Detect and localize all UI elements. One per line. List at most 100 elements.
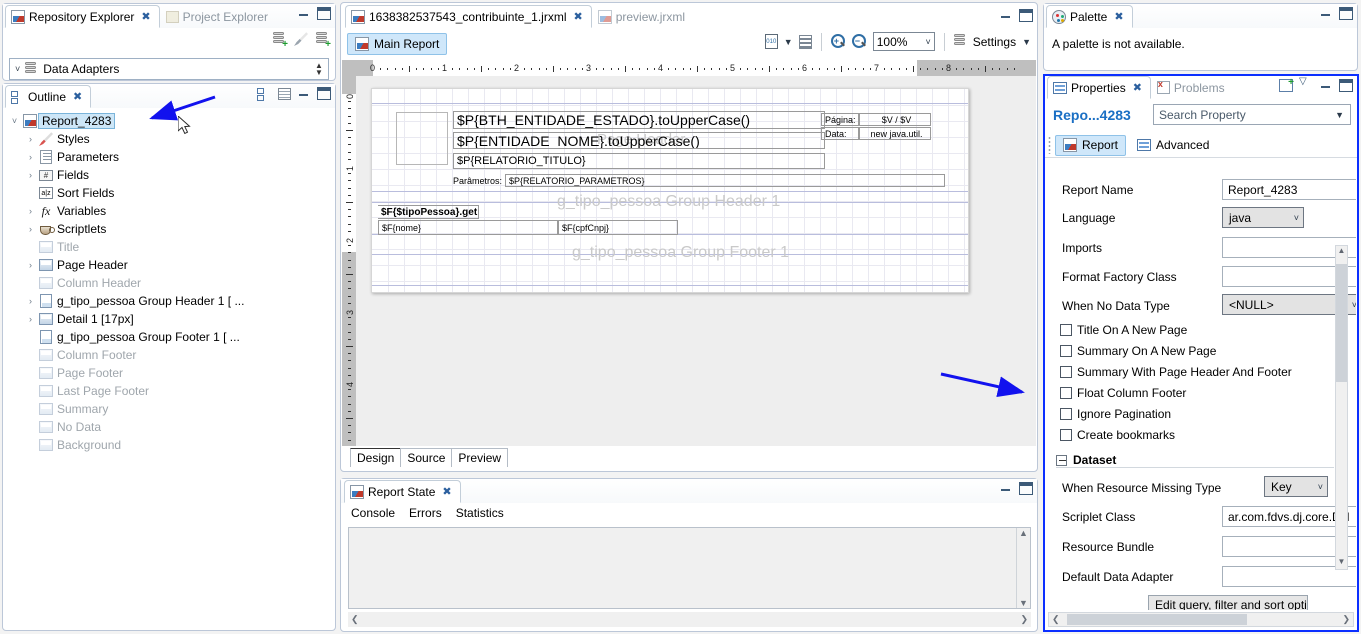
maximize-icon[interactable]: [1019, 482, 1033, 495]
chevron-right-icon[interactable]: ›: [24, 260, 37, 270]
console-vertical-scrollbar[interactable]: ▲ ▼: [1016, 528, 1030, 608]
subtab-statistics[interactable]: Statistics: [456, 506, 504, 520]
new-data-adapter-icon[interactable]: +: [273, 32, 288, 50]
data-value[interactable]: new java.util.: [859, 127, 931, 140]
minimize-icon[interactable]: [999, 9, 1013, 22]
tab-preview-jrxml[interactable]: preview.jrxml: [592, 5, 694, 28]
language-select[interactable]: java ˅: [1222, 207, 1304, 228]
outline-node-background[interactable]: Background: [4, 436, 334, 454]
tab-repository-explorer[interactable]: Repository Explorer ✖: [5, 5, 160, 28]
close-icon[interactable]: ✖: [1133, 81, 1142, 94]
outline-node-summary[interactable]: Summary: [4, 400, 334, 418]
outline-node-fields[interactable]: › # Fields: [4, 166, 334, 184]
close-icon[interactable]: ✖: [442, 485, 451, 498]
settings-icon[interactable]: [953, 34, 967, 49]
outline-node-g-tipo-pessoa-group-footer-1[interactable]: g_tipo_pessoa Group Footer 1 [ ...: [4, 328, 334, 346]
close-icon[interactable]: ✖: [573, 10, 582, 23]
chevron-down-icon[interactable]: ˅: [15, 64, 20, 74]
checkbox-summary-with-page-header-and-footer[interactable]: Summary With Page Header And Footer: [1060, 363, 1292, 381]
console-output-area[interactable]: ▲ ▼: [348, 527, 1031, 609]
design-canvas[interactable]: Page Header g_tipo_pessoa Group Header 1g…: [356, 76, 1036, 446]
data-adapters-tree-root[interactable]: ˅ Data Adapters ▲ ▼: [9, 58, 329, 80]
scroll-right-icon[interactable]: ❯: [1342, 614, 1350, 625]
connection-test-icon[interactable]: [294, 32, 308, 46]
chevron-right-icon[interactable]: ›: [24, 314, 37, 324]
view-menu-icon[interactable]: [1299, 76, 1313, 92]
pagina-value[interactable]: $V / $V: [859, 113, 931, 126]
outline-node-detail-1-17px[interactable]: › Detail 1 [17px]: [4, 310, 334, 328]
cpfcnpj-field[interactable]: $F{cpfCnpj}: [558, 220, 678, 235]
tab-report-state[interactable]: Report State ✖: [344, 480, 461, 503]
tab-design[interactable]: Design: [350, 448, 402, 467]
checkbox-ignore-pagination[interactable]: Ignore Pagination: [1060, 405, 1171, 423]
chevron-right-icon[interactable]: ›: [24, 170, 37, 180]
outline-node-column-footer[interactable]: Column Footer: [4, 346, 334, 364]
entidade-estado-field[interactable]: $P{BTH_ENTIDADE_ESTADO}.toUpperCase(): [453, 111, 825, 129]
minimize-icon[interactable]: [297, 87, 311, 100]
scrollbar-thumb[interactable]: [1067, 614, 1247, 625]
filter-icon[interactable]: [278, 87, 291, 100]
chevron-right-icon[interactable]: ›: [24, 296, 37, 306]
pagina-label[interactable]: Página:: [821, 113, 859, 126]
properties-vertical-scrollbar[interactable]: ▲ ▼: [1335, 245, 1348, 570]
chevron-right-icon[interactable]: ›: [24, 152, 37, 162]
main-report-button[interactable]: Main Report: [347, 33, 448, 55]
dataset-dropdown-icon[interactable]: ▼: [784, 37, 793, 47]
scroll-left-icon[interactable]: ❮: [351, 614, 359, 625]
checkbox-float-column-footer[interactable]: Float Column Footer: [1060, 384, 1186, 402]
data-label[interactable]: Data:: [821, 127, 859, 140]
maximize-icon[interactable]: [317, 7, 331, 20]
search-property-input[interactable]: Search Property ▼: [1153, 104, 1351, 125]
scroll-up-icon[interactable]: ▲: [1336, 246, 1347, 258]
relatorio-parametros-field[interactable]: $P{RELATORIO_PARAMETROS}: [505, 174, 945, 187]
tab-outline[interactable]: Outline ✖: [5, 85, 92, 108]
chevron-down-icon[interactable]: ▼: [1335, 110, 1344, 120]
maximize-icon[interactable]: [1339, 79, 1353, 92]
tipo-pessoa-field[interactable]: $F{$tipoPessoa}.get: [378, 205, 479, 219]
outline-node-parameters[interactable]: › Parameters: [4, 148, 334, 166]
entidade-nome-field[interactable]: $P{ENTIDADE_NOME}.toUpperCase(): [453, 132, 825, 149]
properties-horizontal-scrollbar[interactable]: ❮ ❯: [1048, 612, 1354, 627]
scroll-up-icon[interactable]: ▲: [1019, 528, 1028, 538]
checkbox-box[interactable]: [1060, 387, 1072, 399]
zoom-level-combo[interactable]: 100% ˅: [872, 32, 935, 51]
checkbox-box[interactable]: [1060, 366, 1072, 378]
tab-report[interactable]: Report: [1055, 134, 1127, 156]
close-icon[interactable]: ✖: [1114, 10, 1123, 23]
settings-dropdown-icon[interactable]: ▼: [1022, 37, 1031, 47]
settings-label[interactable]: Settings: [973, 35, 1016, 49]
parametros-label[interactable]: Parâmetros:: [453, 174, 505, 187]
report-page[interactable]: Page Header g_tipo_pessoa Group Header 1g…: [371, 88, 969, 293]
logo-placeholder[interactable]: [396, 112, 448, 165]
new-server-icon[interactable]: +: [316, 32, 331, 50]
minimize-icon[interactable]: [999, 482, 1013, 495]
chevron-right-icon[interactable]: ›: [24, 224, 37, 234]
chevron-down-icon[interactable]: ˅: [8, 116, 21, 126]
minimize-icon[interactable]: [1319, 7, 1333, 20]
checkbox-create-bookmarks[interactable]: Create bookmarks: [1060, 426, 1175, 444]
tab-properties[interactable]: Properties ✖: [1047, 76, 1151, 99]
outline-node-scriptlets[interactable]: › Scriptlets: [4, 220, 334, 238]
outline-node-styles[interactable]: › Styles: [4, 130, 334, 148]
relatorio-titulo-field[interactable]: $P{RELATORIO_TITULO}: [453, 153, 825, 169]
tab-problems[interactable]: Problems: [1151, 76, 1234, 99]
outline-node-title[interactable]: Title: [4, 238, 334, 256]
edit-query-button[interactable]: Edit query, filter and sort options: [1148, 595, 1308, 610]
spinner-stepper[interactable]: ▲ ▼: [311, 60, 327, 78]
new-window-icon[interactable]: +: [1279, 77, 1294, 92]
outline-node-sort-fields[interactable]: a|z Sort Fields: [4, 184, 334, 202]
scroll-left-icon[interactable]: ❮: [1052, 614, 1060, 625]
minimize-icon[interactable]: [297, 7, 311, 20]
dataset-section-header[interactable]: Dataset: [1056, 453, 1116, 467]
chevron-right-icon[interactable]: ›: [24, 134, 37, 144]
subtab-console[interactable]: Console: [351, 506, 395, 520]
dataset-icon[interactable]: 010: [764, 34, 778, 49]
link-with-editor-icon[interactable]: [257, 87, 270, 101]
console-horizontal-scrollbar[interactable]: ❮ ❯: [348, 612, 1031, 627]
checkbox-box[interactable]: [1060, 345, 1072, 357]
checkbox-box[interactable]: [1060, 429, 1072, 441]
tab-project-explorer[interactable]: Project Explorer: [160, 5, 277, 28]
close-icon[interactable]: ✖: [141, 10, 150, 23]
scroll-right-icon[interactable]: ❯: [1020, 614, 1028, 625]
when-resource-missing-type-select[interactable]: Key ˅: [1264, 476, 1328, 497]
